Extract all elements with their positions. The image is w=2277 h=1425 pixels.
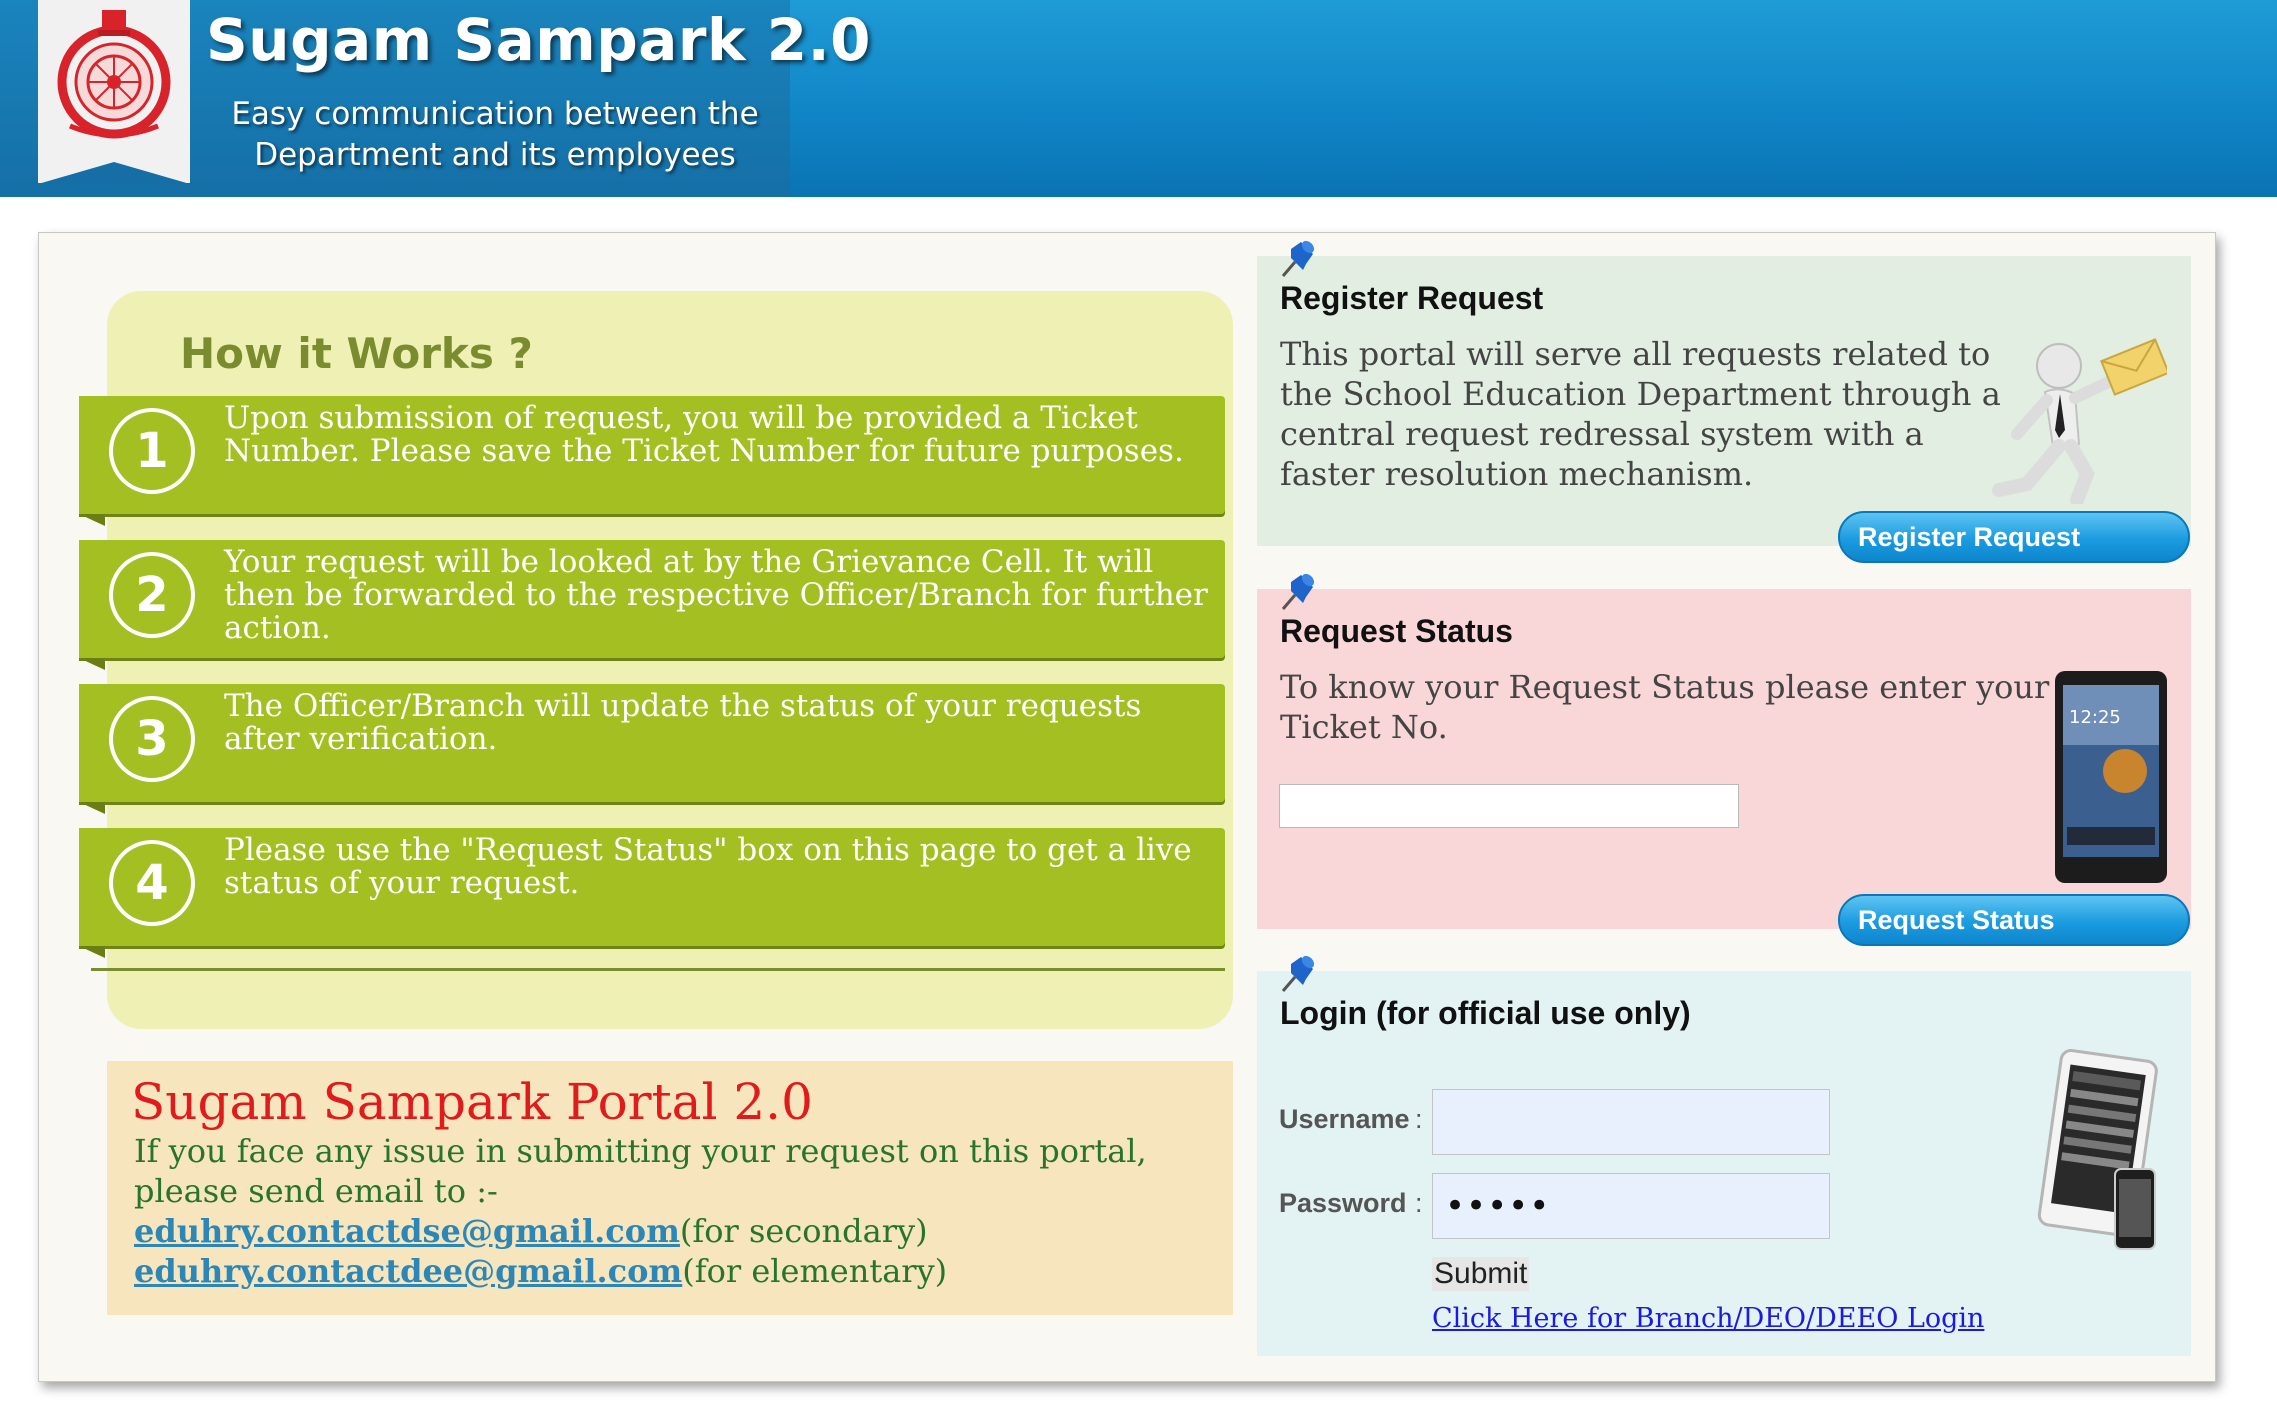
portal-info-title: Sugam Sampark Portal 2.0 bbox=[131, 1073, 813, 1131]
email-note-elementary: (for elementary) bbox=[682, 1252, 948, 1290]
username-input[interactable] bbox=[1432, 1089, 1830, 1155]
email-note-secondary: (for secondary) bbox=[679, 1212, 928, 1250]
email-link-elementary[interactable]: eduhry.contactdee@gmail.com bbox=[134, 1252, 682, 1290]
register-text-line: central request redressal system with a bbox=[1280, 415, 1924, 453]
register-request-title: Register Request bbox=[1280, 280, 1544, 316]
header-brand-area: Sugam Sampark 2.0 Easy communication bet… bbox=[0, 0, 870, 197]
how-it-works-title: How it Works ? bbox=[180, 329, 533, 378]
register-request-button[interactable]: Register Request bbox=[1838, 511, 2190, 563]
register-text-line: faster resolution mechanism. bbox=[1280, 455, 1754, 493]
step-number: 2 bbox=[109, 552, 195, 638]
site-subtitle-line1: Easy communication between the bbox=[231, 96, 759, 132]
step-4: 4 Please use the "Request Status" box on… bbox=[79, 828, 1225, 958]
emblem-box bbox=[38, 0, 190, 184]
password-colon: : bbox=[1415, 1188, 1423, 1218]
password-label: Password bbox=[1279, 1188, 1407, 1218]
portal-info-text: If you face any issue in submitting your… bbox=[134, 1131, 1214, 1291]
step-text: Please use the "Request Status" box on t… bbox=[224, 832, 1192, 901]
devices-icon bbox=[2037, 1049, 2158, 1250]
tablet-icon: 12:25 bbox=[2055, 671, 2167, 883]
step-text: The Officer/Branch will update the statu… bbox=[224, 688, 1142, 757]
register-text-line: the School Education Department through … bbox=[1280, 375, 2001, 413]
register-request-text: This portal will serve all requests rela… bbox=[1280, 334, 2001, 494]
how-it-works-section: How it Works ? 1 Upon submission of requ… bbox=[79, 291, 1233, 1029]
pushpin-icon bbox=[1281, 573, 1315, 610]
step-2: 2 Your request will be looked at by the … bbox=[79, 540, 1225, 670]
state-emblem-icon bbox=[57, 10, 171, 139]
login-title: Login (for official use only) bbox=[1280, 995, 1691, 1031]
step-number: 3 bbox=[109, 696, 195, 782]
register-request-box: Register Request This portal will serve … bbox=[1257, 240, 2191, 563]
email-line-secondary: eduhry.contactdse@gmail.com(for secondar… bbox=[134, 1211, 1214, 1251]
login-box: Login (for official use only) Username :… bbox=[1257, 955, 2191, 1356]
ticket-number-input[interactable] bbox=[1279, 784, 1739, 828]
portal-info-section: Sugam Sampark Portal 2.0 If you face any… bbox=[107, 1061, 1233, 1315]
step-number: 4 bbox=[109, 840, 195, 926]
password-input[interactable]: ••••• bbox=[1432, 1173, 1830, 1239]
email-link-secondary[interactable]: eduhry.contactdse@gmail.com bbox=[134, 1212, 680, 1250]
branch-login-link[interactable]: Click Here for Branch/DEO/DEEO Login bbox=[1432, 1303, 1984, 1334]
step-number: 1 bbox=[109, 408, 195, 494]
step-text: Your request will be looked at by the Gr… bbox=[224, 544, 1208, 646]
svg-text:12:25: 12:25 bbox=[2069, 707, 2121, 728]
site-header: Sugam Sampark 2.0 Easy communication bet… bbox=[0, 0, 2277, 197]
email-line-elementary: eduhry.contactdee@gmail.com(for elementa… bbox=[134, 1251, 1214, 1291]
status-text-line: To know your Request Status please enter… bbox=[1280, 668, 2050, 706]
pushpin-icon bbox=[1281, 955, 1315, 992]
site-subtitle-line2: Department and its employees bbox=[254, 137, 736, 173]
status-text-line: Ticket No. bbox=[1280, 708, 1448, 746]
request-status-title: Request Status bbox=[1280, 613, 1513, 649]
step-1: 1 Upon submission of request, you will b… bbox=[79, 396, 1225, 526]
how-it-works-divider bbox=[91, 968, 1225, 971]
main-panel: How it Works ? 1 Upon submission of requ… bbox=[38, 232, 2216, 1382]
step-text: Upon submission of request, you will be … bbox=[224, 400, 1184, 469]
pushpin-icon bbox=[1281, 240, 1315, 277]
login-submit-button[interactable]: Submit bbox=[1432, 1257, 1530, 1291]
request-status-box: Request Status To know your Request Stat… bbox=[1257, 573, 2191, 946]
username-label: Username bbox=[1279, 1104, 1410, 1134]
register-text-line: This portal will serve all requests rela… bbox=[1280, 335, 1991, 373]
site-subtitle: Easy communication between the Departmen… bbox=[210, 94, 780, 176]
request-status-button[interactable]: Request Status bbox=[1838, 894, 2190, 946]
step-3: 3 The Officer/Branch will update the sta… bbox=[79, 684, 1225, 814]
request-status-text: To know your Request Status please enter… bbox=[1280, 667, 2049, 747]
running-person-envelope-icon bbox=[1992, 338, 2167, 504]
site-title: Sugam Sampark 2.0 bbox=[206, 6, 871, 74]
username-colon: : bbox=[1415, 1104, 1423, 1134]
portal-info-message: If you face any issue in submitting your… bbox=[134, 1132, 1147, 1210]
